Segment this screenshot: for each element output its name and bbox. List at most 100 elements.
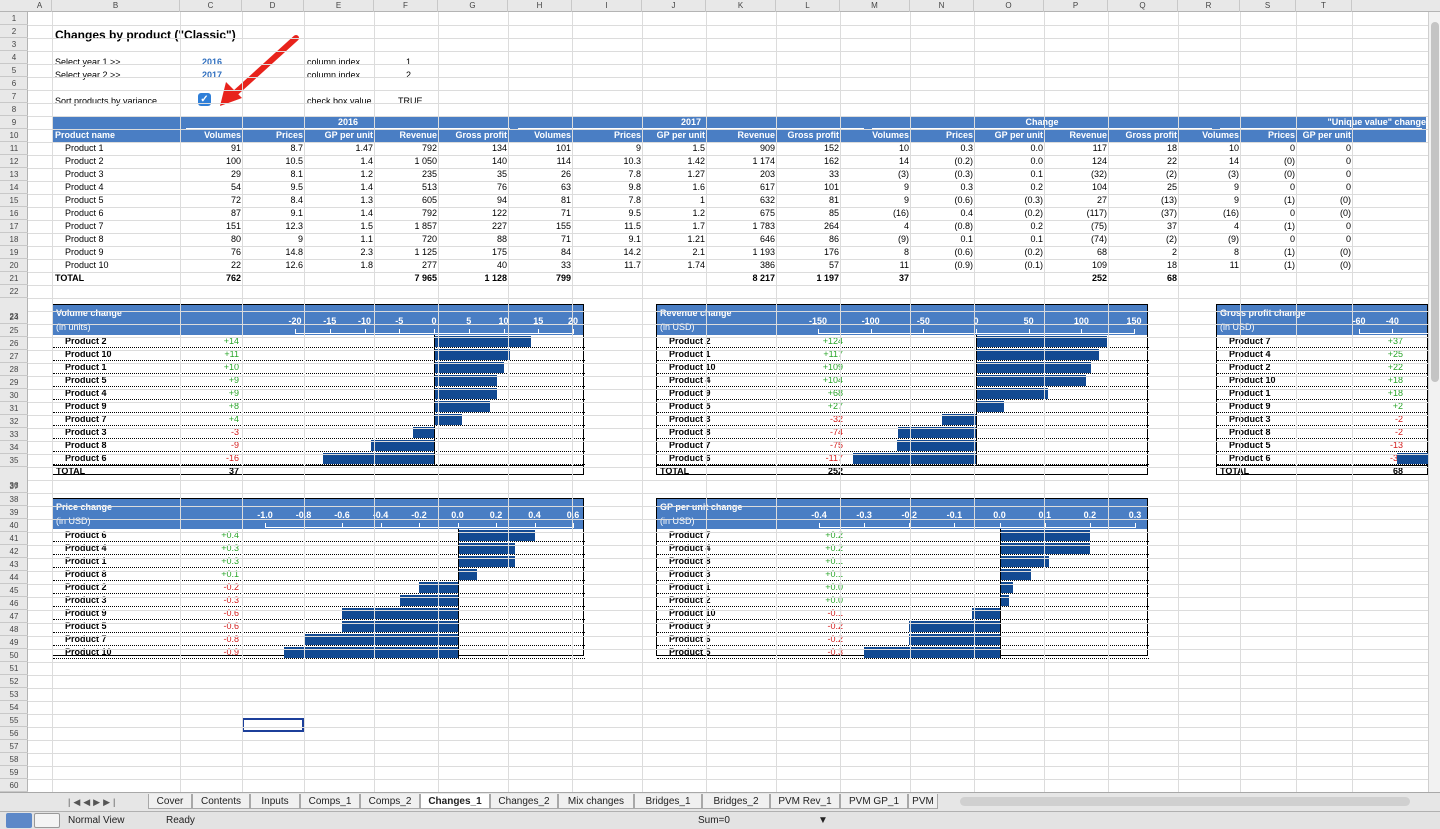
row-header[interactable]: 15 [0,194,28,207]
row-header[interactable]: 31 [0,402,28,415]
row-header[interactable]: 56 [0,727,28,740]
row-header[interactable]: 16 [0,207,28,220]
sheet-tab[interactable]: Bridges_1 [634,794,702,809]
row-header[interactable]: 47 [0,610,28,623]
row-header[interactable]: 33 [0,428,28,441]
row-header[interactable]: 27 [0,350,28,363]
sheet-tab[interactable]: Comps_1 [300,794,360,809]
row-header[interactable]: 43 [0,558,28,571]
row-header[interactable]: 50 [0,649,28,662]
column-header[interactable]: L [776,0,840,12]
row-header[interactable]: 7 [0,90,28,103]
scroll-thumb[interactable] [1431,22,1439,382]
row-header[interactable]: 30 [0,389,28,402]
column-header[interactable]: D [242,0,304,12]
column-header[interactable]: T [1296,0,1352,12]
row-header[interactable]: 38 [0,493,28,506]
row-header[interactable]: 51 [0,662,28,675]
selected-cell[interactable] [242,718,304,732]
row-header[interactable]: 10 [0,129,28,142]
column-header[interactable]: N [910,0,974,12]
column-header[interactable]: R [1178,0,1240,12]
row-header[interactable]: 57 [0,740,28,753]
row-header[interactable]: 53 [0,688,28,701]
row-header[interactable]: 9 [0,116,28,129]
row-header[interactable]: 5 [0,64,28,77]
row-header[interactable]: 37 [0,480,28,493]
column-header[interactable]: C [180,0,242,12]
column-header[interactable]: Q [1108,0,1178,12]
sheet-tab[interactable]: Inputs [250,794,300,809]
column-header[interactable]: P [1044,0,1108,12]
column-header[interactable]: I [572,0,642,12]
row-header[interactable]: 58 [0,753,28,766]
column-header[interactable]: B [52,0,180,12]
chevron-down-icon[interactable]: ▼ [818,814,828,828]
row-header[interactable]: 54 [0,701,28,714]
row-header[interactable]: 24 [0,311,28,324]
row-header[interactable]: 12 [0,155,28,168]
column-header[interactable]: A [28,0,52,12]
normal-view-button[interactable] [6,813,32,828]
row-header[interactable]: 35 [0,454,28,467]
column-header[interactable]: O [974,0,1044,12]
row-header[interactable]: 46 [0,597,28,610]
row-header[interactable]: 40 [0,519,28,532]
vertical-scrollbar[interactable] [1428,12,1440,792]
row-header[interactable]: 60 [0,779,28,792]
column-header[interactable]: M [840,0,910,12]
row-header[interactable]: 21 [0,272,28,285]
row-header[interactable]: 44 [0,571,28,584]
row-header[interactable]: 1 [0,12,28,25]
column-header[interactable]: H [508,0,572,12]
sheet-tab[interactable]: PVM [908,794,938,809]
horizontal-scrollbar[interactable] [960,797,1410,806]
row-header[interactable]: 11 [0,142,28,155]
row-header[interactable]: 25 [0,324,28,337]
row-header[interactable]: 48 [0,623,28,636]
row-header[interactable]: 14 [0,181,28,194]
row-header[interactable]: 13 [0,168,28,181]
sum-readout[interactable]: Sum=0 [698,814,730,828]
row-header[interactable]: 22 [0,285,28,298]
sheet-tab[interactable]: Changes_1 [420,794,490,809]
row-header[interactable]: 32 [0,415,28,428]
tab-nav-arrows-icon[interactable]: |◀◀▶▶| [68,795,118,809]
sheet-tab[interactable]: PVM GP_1 [840,794,908,809]
row-header[interactable]: 39 [0,506,28,519]
row-header[interactable]: 19 [0,246,28,259]
sheet-tab[interactable]: Mix changes [558,794,634,809]
sheet-tab[interactable]: Changes_2 [490,794,558,809]
sheet-tab[interactable]: Bridges_2 [702,794,770,809]
row-header[interactable]: 8 [0,103,28,116]
row-header[interactable]: 17 [0,220,28,233]
row-header[interactable]: 4 [0,51,28,64]
column-header[interactable]: J [642,0,706,12]
row-header[interactable]: 42 [0,545,28,558]
row-header[interactable]: 3 [0,38,28,51]
row-header[interactable]: 59 [0,766,28,779]
sheet-tab[interactable]: Contents [192,794,250,809]
page-layout-button[interactable] [34,813,60,828]
sheet-tab[interactable]: PVM Rev_1 [770,794,840,809]
row-header[interactable]: 45 [0,584,28,597]
sort-checkbox[interactable]: ✓ [198,93,211,106]
row-header[interactable]: 49 [0,636,28,649]
column-header[interactable]: G [438,0,508,12]
column-header[interactable]: E [304,0,374,12]
row-header[interactable]: 29 [0,376,28,389]
row-header[interactable]: 6 [0,77,28,90]
column-header[interactable]: F [374,0,438,12]
column-header[interactable]: S [1240,0,1296,12]
sheet-tab[interactable]: Cover [148,794,192,809]
row-header[interactable]: 2 [0,25,28,38]
column-header[interactable]: K [706,0,776,12]
year2-input[interactable]: 2017 [178,69,222,82]
year1-input[interactable]: 2016 [178,56,222,69]
row-header[interactable]: 20 [0,259,28,272]
row-header[interactable]: 52 [0,675,28,688]
row-header[interactable]: 41 [0,532,28,545]
row-header[interactable]: 18 [0,233,28,246]
sheet-grid[interactable]: Changes by product ("Classic") Select ye… [28,12,1428,792]
row-header[interactable]: 28 [0,363,28,376]
